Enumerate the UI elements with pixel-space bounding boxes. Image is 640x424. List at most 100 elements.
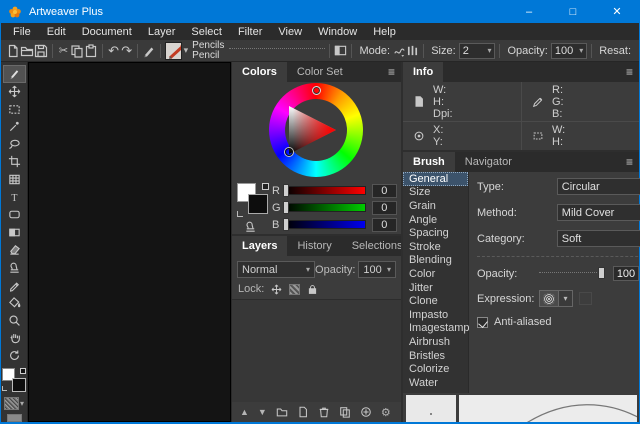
blue-value[interactable]: 0 bbox=[372, 218, 397, 232]
rectangular-select-tool[interactable] bbox=[3, 100, 26, 118]
brush-category-general[interactable]: General bbox=[403, 172, 468, 186]
freehand-mode-icon[interactable] bbox=[393, 42, 406, 60]
green-slider-handle[interactable] bbox=[283, 201, 289, 214]
gradient-tool[interactable] bbox=[3, 224, 26, 242]
straight-line-mode-icon[interactable] bbox=[406, 42, 419, 60]
brush-category-size[interactable]: Size bbox=[403, 186, 468, 200]
tab-history[interactable]: History bbox=[287, 236, 341, 256]
magic-wand-tool[interactable] bbox=[3, 118, 26, 136]
menu-edit[interactable]: Edit bbox=[39, 23, 74, 40]
panel-color-swatches[interactable] bbox=[237, 183, 271, 217]
maximize-button[interactable]: □ bbox=[551, 0, 595, 23]
move-layer-up-button[interactable]: ▲ bbox=[240, 407, 249, 417]
layer-settings-button[interactable]: ⚙ bbox=[381, 406, 391, 419]
swap-colors-icon[interactable] bbox=[237, 211, 243, 217]
color-swatches[interactable] bbox=[2, 368, 26, 392]
undo-button[interactable]: ↶ bbox=[107, 42, 120, 60]
brush-opacity-value[interactable]: 100 bbox=[613, 266, 639, 281]
brush-category-airbrush[interactable]: Airbrush bbox=[403, 335, 468, 349]
mosaic-tool[interactable] bbox=[3, 171, 26, 189]
brush-category-jitter[interactable]: Jitter bbox=[403, 281, 468, 295]
menu-select[interactable]: Select bbox=[183, 23, 230, 40]
green-slider[interactable] bbox=[284, 203, 366, 212]
anti-aliased-checkbox[interactable] bbox=[477, 317, 488, 328]
menu-document[interactable]: Document bbox=[74, 23, 140, 40]
copy-button[interactable] bbox=[70, 42, 84, 60]
brush-selector-chevron-icon[interactable]: ▾ bbox=[182, 45, 191, 56]
new-group-button[interactable] bbox=[276, 406, 288, 418]
brush-opacity-slider[interactable] bbox=[539, 272, 605, 275]
brush-preview-thumbnail[interactable] bbox=[165, 42, 181, 60]
blend-mode-dropdown[interactable]: Normal ▾ bbox=[237, 261, 315, 278]
zoom-tool[interactable] bbox=[3, 311, 26, 329]
method-dropdown[interactable]: Mild Cover ▾ bbox=[557, 204, 640, 221]
save-button[interactable] bbox=[34, 42, 48, 60]
crop-tool[interactable] bbox=[3, 153, 26, 171]
category-dropdown[interactable]: Soft ▾ bbox=[557, 230, 640, 247]
background-color-swatch[interactable] bbox=[248, 194, 268, 214]
menu-filter[interactable]: Filter bbox=[230, 23, 270, 40]
move-layer-down-button[interactable]: ▼ bbox=[258, 407, 267, 417]
pencil-tool[interactable] bbox=[3, 276, 26, 294]
cut-button[interactable]: ✂ bbox=[57, 42, 70, 60]
blue-slider[interactable] bbox=[284, 220, 366, 229]
size-dropdown[interactable]: 2 ▾ bbox=[459, 43, 496, 59]
opacity-dropdown[interactable]: 100 ▾ bbox=[551, 43, 587, 59]
brush-category-impasto[interactable]: Impasto bbox=[403, 308, 468, 322]
brush-category-bristles[interactable]: Bristles bbox=[403, 349, 468, 363]
blue-slider-handle[interactable] bbox=[283, 218, 289, 231]
open-button[interactable] bbox=[20, 42, 34, 60]
tab-brush[interactable]: Brush bbox=[403, 152, 455, 172]
brush-category-blending[interactable]: Blending bbox=[403, 254, 468, 268]
hue-marker[interactable] bbox=[312, 86, 321, 95]
pattern-swatch[interactable] bbox=[4, 397, 19, 410]
brush-category-spacing[interactable]: Spacing bbox=[403, 226, 468, 240]
layer-effects-button[interactable] bbox=[360, 406, 372, 418]
layer-opacity-dropdown[interactable]: 100 ▾ bbox=[358, 261, 396, 278]
move-tool[interactable] bbox=[3, 83, 26, 101]
expression-source-button[interactable] bbox=[539, 290, 559, 307]
menu-window[interactable]: Window bbox=[310, 23, 365, 40]
saturation-value-triangle[interactable] bbox=[289, 106, 336, 154]
menu-view[interactable]: View bbox=[270, 23, 310, 40]
menu-help[interactable]: Help bbox=[365, 23, 404, 40]
hand-tool[interactable] bbox=[3, 329, 26, 347]
swap-colors-icon[interactable] bbox=[2, 386, 7, 391]
stamp-icon[interactable] bbox=[244, 220, 257, 233]
brush-category-colorize[interactable]: Colorize bbox=[403, 362, 468, 376]
default-colors-icon[interactable] bbox=[20, 368, 26, 374]
red-slider-handle[interactable] bbox=[283, 184, 289, 197]
red-value[interactable]: 0 bbox=[372, 184, 397, 198]
brush-category-imagestamp[interactable]: Imagestamp bbox=[403, 322, 468, 336]
lock-position-icon[interactable] bbox=[271, 284, 282, 295]
pattern-selector[interactable]: ▾ bbox=[4, 397, 24, 410]
red-slider[interactable] bbox=[284, 186, 366, 195]
new-document-button[interactable] bbox=[6, 42, 20, 60]
close-button[interactable]: ✕ bbox=[595, 0, 639, 23]
tab-navigator[interactable]: Navigator bbox=[455, 152, 522, 172]
lock-transparency-icon[interactable] bbox=[289, 284, 300, 295]
tab-colors[interactable]: Colors bbox=[232, 62, 287, 82]
menu-file[interactable]: File bbox=[5, 23, 39, 40]
panel-menu-icon[interactable]: ≡ bbox=[620, 152, 639, 172]
default-colors-icon[interactable] bbox=[262, 183, 269, 190]
layer-list[interactable] bbox=[232, 299, 401, 402]
brush-tool[interactable] bbox=[3, 65, 26, 83]
brush-category-clone[interactable]: Clone bbox=[403, 294, 468, 308]
brush-category-stroke[interactable]: Stroke bbox=[403, 240, 468, 254]
toggle-panels-icon[interactable] bbox=[334, 42, 347, 60]
paper-texture-swatch[interactable] bbox=[7, 414, 22, 422]
clone-stamp-tool[interactable] bbox=[3, 259, 26, 277]
duplicate-layer-button[interactable] bbox=[339, 406, 351, 418]
expression-dropdown-button[interactable]: ▾ bbox=[559, 290, 573, 307]
rotate-canvas-tool[interactable] bbox=[3, 347, 26, 365]
delete-layer-button[interactable] bbox=[318, 406, 330, 418]
brush-options-icon[interactable] bbox=[142, 42, 156, 60]
tab-layers[interactable]: Layers bbox=[232, 236, 287, 256]
tab-color-set[interactable]: Color Set bbox=[287, 62, 353, 82]
brush-opacity-handle[interactable] bbox=[598, 267, 605, 279]
shape-tool[interactable] bbox=[3, 206, 26, 224]
text-tool[interactable]: T bbox=[3, 188, 26, 206]
eraser-tool[interactable] bbox=[3, 241, 26, 259]
paste-button[interactable] bbox=[84, 42, 98, 60]
